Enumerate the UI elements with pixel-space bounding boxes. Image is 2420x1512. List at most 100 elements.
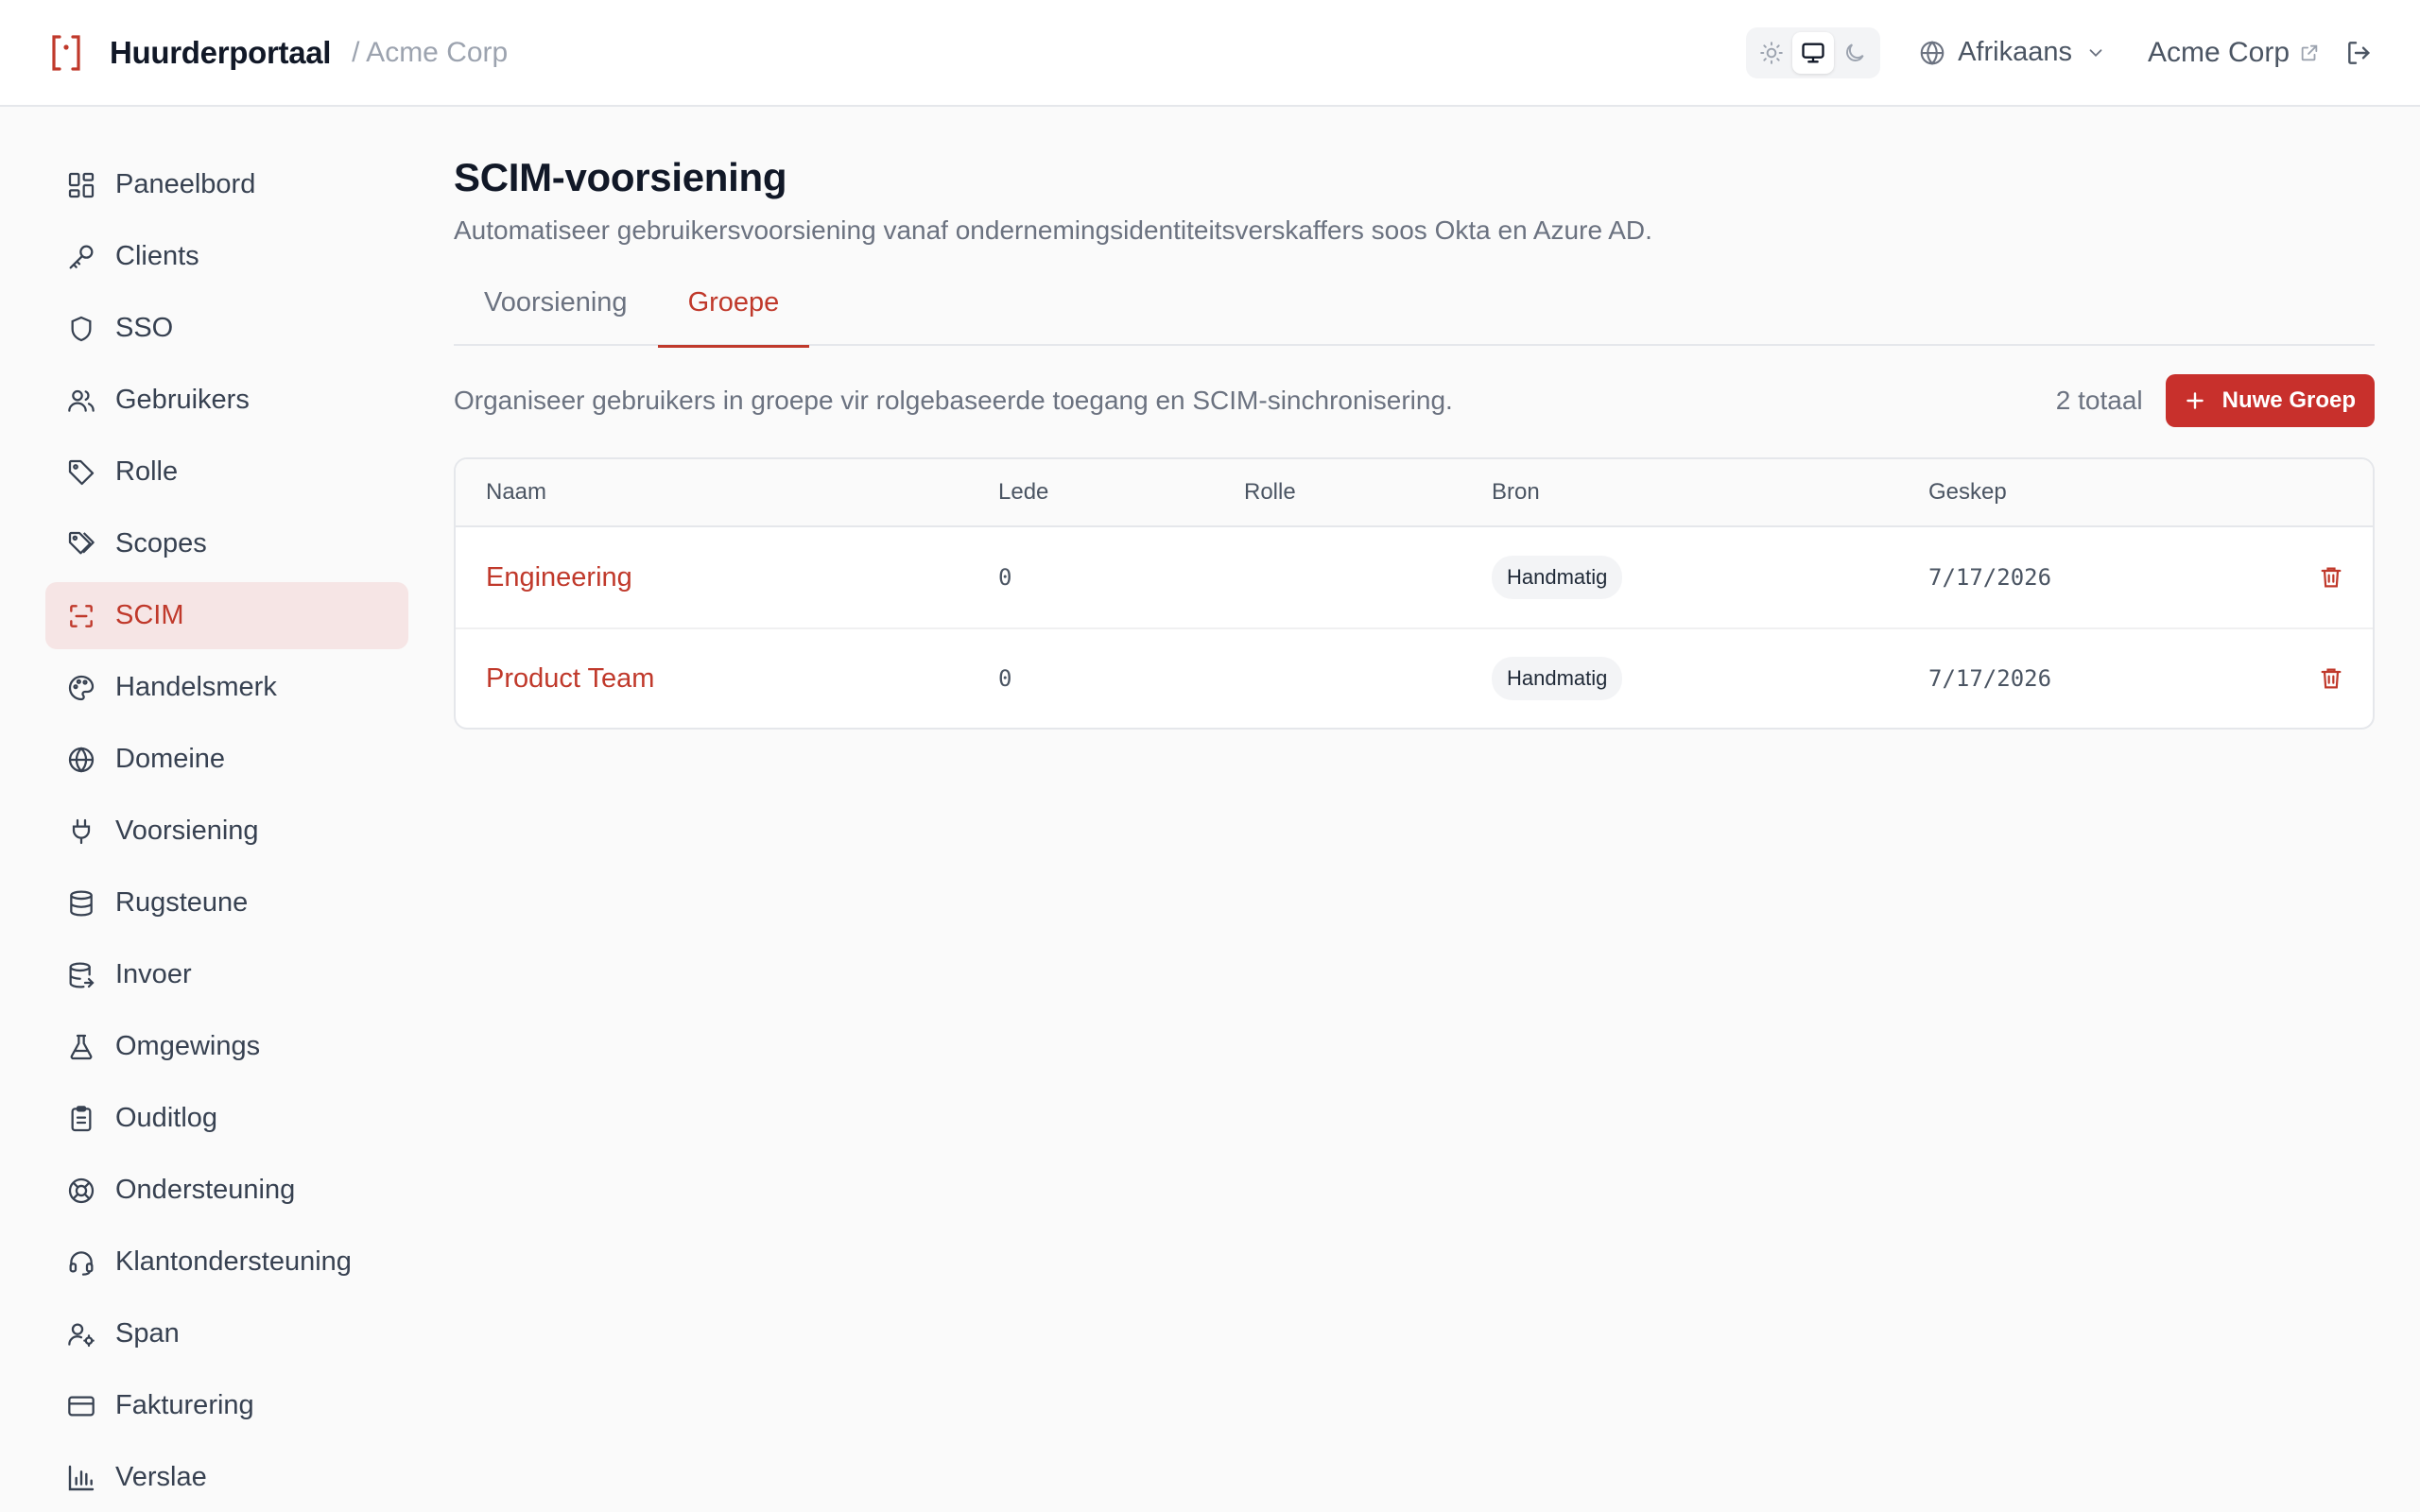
sidebar-item-label: Verslae (115, 1462, 207, 1492)
group-name-link[interactable]: Engineering (486, 562, 632, 593)
tab-groepe[interactable]: Groepe (657, 276, 810, 348)
column-header-roles: Rolle (1244, 479, 1296, 505)
sidebar-item-ondersteuning[interactable]: Ondersteuning (45, 1157, 408, 1224)
sidebar-item-scim[interactable]: SCIM (45, 582, 408, 649)
groups-description: Organiseer gebruikers in groepe vir rolg… (454, 386, 1453, 415)
clipboard-icon (71, 1105, 92, 1131)
groups-table: Naam Lede Rolle Bron Geskep Engineering … (454, 457, 2375, 730)
dashboard-icon (68, 172, 95, 198)
external-link-icon (2301, 44, 2318, 60)
key-icon (69, 245, 94, 268)
credit-card-icon (68, 1396, 95, 1416)
column-header-source: Bron (1492, 479, 1540, 505)
group-created-date: 7/17/2026 (1928, 665, 2052, 692)
shield-icon (71, 316, 92, 341)
logout-button[interactable] (2344, 38, 2375, 68)
globe-icon (68, 746, 95, 773)
sidebar-item-label: Domeine (115, 744, 226, 774)
tenant-breadcrumb: / Acme Corp (352, 36, 509, 68)
sidebar-item-voorsiening[interactable]: Voorsiening (45, 798, 408, 865)
sidebar-item-label: Scopes (115, 528, 207, 558)
palette-icon (68, 675, 95, 700)
bar-chart-icon (68, 1465, 95, 1490)
column-header-members: Lede (998, 479, 1049, 505)
main-content: SCIM-voorsiening Automatiseer gebruikers… (454, 151, 2375, 730)
trash-icon (2321, 668, 2342, 689)
groups-toolbar: Organiseer gebruikers in groepe vir rolg… (454, 374, 2375, 427)
sidebar-item-label: Omgewings (115, 1031, 261, 1061)
language-label: Afrikaans (1958, 37, 2072, 67)
tab-voorsiening[interactable]: Voorsiening (454, 276, 658, 346)
group-members-count: 0 (998, 665, 1012, 692)
page-subtitle: Automatiseer gebruikersvoorsiening vanaf… (454, 215, 1652, 245)
lifebuoy-icon (68, 1177, 95, 1203)
globe-icon (1920, 40, 1945, 65)
group-created-date: 7/17/2026 (1928, 564, 2052, 591)
column-header-name: Naam (486, 479, 547, 505)
sidebar-item-label: Rugsteune (115, 887, 249, 918)
user-cog-icon (68, 1322, 95, 1347)
header-actions: Afrikaans Acme Corp (1746, 26, 2375, 78)
tenant-link[interactable]: Acme Corp (2148, 37, 2320, 69)
database-icon (70, 889, 93, 917)
new-group-label: Nuwe Groep (2221, 387, 2356, 413)
group-name-link[interactable]: Product Team (486, 663, 654, 695)
new-group-button[interactable]: Nuwe Groep (2165, 374, 2375, 427)
chevron-down-icon (2089, 48, 2102, 57)
sidebar-item-scopes[interactable]: Scopes (45, 510, 408, 577)
source-badge: Handmatig (1492, 556, 1623, 599)
sidebar-item-clients[interactable]: Clients (45, 223, 408, 290)
sidebar-item-label: Gebruikers (115, 385, 250, 415)
sidebar-item-omgewings[interactable]: Omgewings (45, 1013, 408, 1080)
system-theme-button[interactable] (1792, 31, 1835, 74)
sidebar-item-sso[interactable]: SSO (45, 295, 408, 362)
tag-icon (68, 459, 95, 485)
theme-switcher (1746, 26, 1881, 78)
sidebar-item-span[interactable]: Span (45, 1300, 408, 1367)
sidebar-item-klantondersteuning[interactable]: Klantondersteuning (45, 1228, 408, 1296)
dark-theme-button[interactable] (1834, 32, 1876, 74)
tenant-link-label: Acme Corp (2147, 36, 2290, 68)
scan-icon (70, 604, 93, 627)
sidebar-item-ouditlog[interactable]: Ouditlog (45, 1085, 408, 1152)
table-row: Product Team 0 Handmatig 7/17/2026 (456, 627, 2373, 728)
sidebar-item-fakturering[interactable]: Fakturering (45, 1372, 408, 1439)
delete-group-button[interactable] (2318, 629, 2344, 728)
sidebar-item-label: Invoer (115, 959, 192, 989)
table-row: Engineering 0 Handmatig 7/17/2026 (456, 527, 2373, 627)
users-icon (68, 389, 95, 412)
sidebar-item-handelsmerk[interactable]: Handelsmerk (45, 654, 408, 721)
sidebar-item-rolle[interactable]: Rolle (45, 438, 408, 506)
sidebar-item-label: Paneelbord (115, 169, 256, 199)
sidebar-item-label: Voorsiening (115, 816, 259, 846)
sidebar-item-gebruikers[interactable]: Gebruikers (45, 367, 408, 434)
sidebar-item-rugsteune[interactable]: Rugsteune (45, 869, 408, 936)
sidebar-item-label: SCIM (115, 600, 184, 630)
group-members-count: 0 (998, 564, 1012, 591)
tags-icon (68, 531, 95, 554)
moon-icon (1846, 43, 1864, 61)
language-selector[interactable]: Afrikaans (1918, 37, 2106, 68)
headset-icon (69, 1250, 94, 1276)
column-header-created: Geskep (1928, 479, 2007, 505)
delete-group-button[interactable] (2318, 527, 2344, 627)
tab-bar: Voorsiening Groepe (454, 276, 2375, 348)
total-count: 2 totaal (2055, 386, 2143, 415)
table-header: Naam Lede Rolle Bron Geskep (456, 459, 2373, 527)
logo-icon (45, 32, 87, 74)
trash-icon (2321, 567, 2342, 588)
flask-icon (70, 1034, 93, 1059)
sidebar-item-invoer[interactable]: Invoer (45, 941, 408, 1008)
sidebar-item-paneelbord[interactable]: Paneelbord (45, 151, 408, 218)
sidebar-nav: Paneelbord Clients SSO Gebruikers Rolle … (45, 151, 408, 1512)
light-theme-button[interactable] (1751, 32, 1792, 74)
sidebar-item-label: Rolle (115, 456, 179, 487)
sidebar-item-label: Klantondersteuning (115, 1246, 352, 1277)
app-title: Huurderportaal (110, 34, 332, 70)
monitor-icon (1802, 43, 1824, 63)
plus-icon (2186, 392, 2204, 409)
sidebar-item-label: Fakturering (115, 1390, 254, 1420)
brand[interactable]: Huurderportaal / Acme Corp (45, 32, 508, 74)
sidebar-item-domeine[interactable]: Domeine (45, 726, 408, 793)
sidebar-item-verslae[interactable]: Verslae (45, 1444, 408, 1511)
